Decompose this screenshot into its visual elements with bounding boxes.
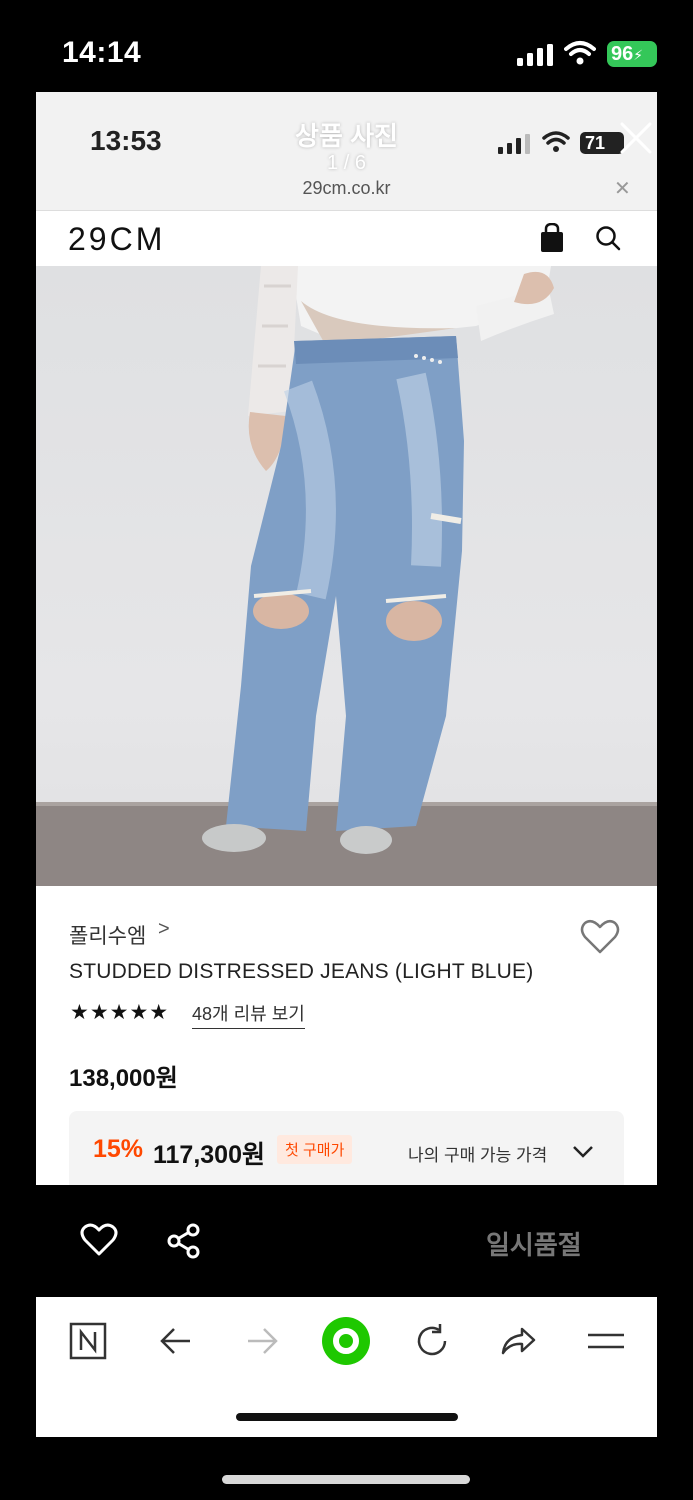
back-arrow-icon[interactable]: [156, 1321, 196, 1361]
rating-stars: ★★★★★: [70, 1001, 170, 1024]
forward-arrow-icon[interactable]: [242, 1321, 282, 1361]
forward-share-icon[interactable]: [498, 1321, 538, 1361]
reload-icon[interactable]: [412, 1321, 452, 1361]
first-purchase-badge: 첫 구매가: [277, 1135, 353, 1164]
close-icon[interactable]: [618, 120, 654, 156]
os-home-indicator: [222, 1475, 470, 1484]
action-bar: 일시품절: [36, 1185, 657, 1297]
original-price: 138,000원: [69, 1065, 178, 1092]
viewer-title: 상품 사진: [295, 121, 398, 151]
viewer-page-counter: 1 / 6: [327, 152, 366, 174]
screenshot-url: 29cm.co.kr: [302, 178, 391, 198]
product-title: STUDDED DISTRESSED JEANS (LIGHT BLUE): [69, 960, 534, 983]
site-logo: 29CM: [68, 221, 166, 257]
shopping-bag-icon: [541, 223, 563, 252]
chevron-right-icon: >: [158, 918, 170, 940]
os-status-bar: 14:14 96⚡: [0, 0, 693, 92]
search-icon: [596, 226, 621, 251]
heart-icon[interactable]: [580, 919, 620, 955]
battery-indicator: 96⚡: [607, 41, 657, 67]
home-green-icon[interactable]: [322, 1317, 370, 1365]
wifi-icon: [564, 41, 596, 65]
photo-viewer: 13:53 71 29cm.co.kr ✕ 상품 사진 1 / 6 29CM 폴…: [36, 92, 657, 1185]
site-header: 29CM: [36, 210, 657, 266]
product-info: 폴리수엠 > STUDDED DISTRESSED JEANS (LIGHT B…: [36, 886, 657, 1185]
home-indicator: [236, 1413, 458, 1421]
wishlist-heart-icon[interactable]: [80, 1223, 118, 1257]
discount-price: 117,300원: [153, 1141, 265, 1169]
eligible-price-link[interactable]: 나의 구매 가능 가격: [408, 1141, 547, 1166]
menu-icon[interactable]: [586, 1321, 626, 1361]
naver-n-icon[interactable]: [68, 1321, 108, 1361]
review-link[interactable]: 48개 리뷰 보기: [192, 1000, 305, 1029]
discount-rate: 15%: [93, 1135, 144, 1163]
brand-link[interactable]: 폴리수엠: [69, 920, 146, 950]
cellular-signal-icon: [517, 44, 553, 66]
soldout-button[interactable]: 일시품절: [486, 1225, 582, 1262]
share-icon[interactable]: [166, 1223, 202, 1259]
product-photo: [36, 266, 657, 886]
charging-bolt-icon: ⚡: [633, 47, 644, 63]
browser-toolbar: [36, 1297, 657, 1437]
os-clock: 14:14: [62, 36, 142, 69]
discount-box[interactable]: 15% 117,300원 첫 구매가 나의 구매 가능 가격: [69, 1111, 624, 1185]
chevron-down-icon[interactable]: [572, 1145, 594, 1159]
screenshot-url-close-icon: ✕: [614, 178, 631, 200]
